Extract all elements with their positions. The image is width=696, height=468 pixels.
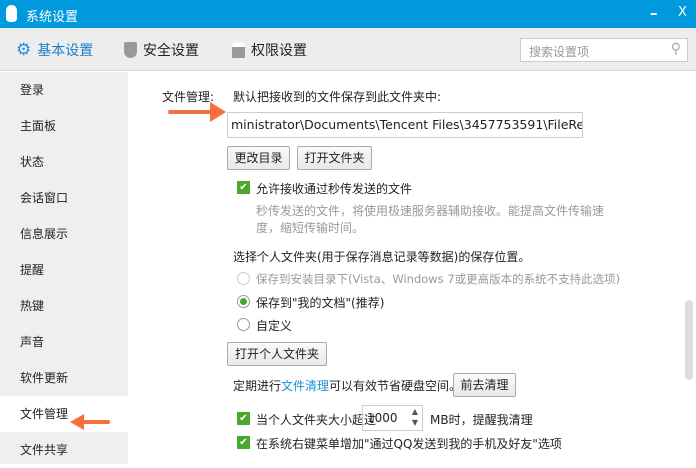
annotation-arrowhead-sidebar (70, 414, 84, 430)
allow-flash-transfer-checkbox[interactable]: ✔ (237, 181, 250, 194)
annotation-arrowhead-path (210, 102, 226, 122)
title-bar: 系统设置 – X (0, 0, 696, 28)
search-input[interactable]: 搜索设置项 ⚲ (520, 38, 688, 62)
stepper-arrows-icon[interactable]: ▲ ▼ (412, 406, 418, 428)
toolbar: ⚙ 基本设置 安全设置 权限设置 搜索设置项 ⚲ (0, 28, 696, 71)
radio-custom[interactable] (237, 318, 250, 331)
personal-folder-label: 选择个人文件夹(用于保存消息记录等数据)的保存位置。 (233, 250, 531, 264)
radio-install-dir (237, 272, 250, 285)
default-folder-label: 默认把接收到的文件保存到此文件夹中: (233, 90, 442, 104)
tab-security-settings[interactable]: 安全设置 (124, 40, 199, 60)
allow-flash-transfer-label: 允许接收通过秒传发送的文件 (256, 182, 413, 196)
annotation-arrow-path (168, 110, 214, 114)
download-path-input[interactable]: ministrator\Documents\Tencent Files\3457… (227, 112, 583, 138)
radio-my-documents-label: 保存到"我的文档"(推荐) (256, 296, 385, 310)
flash-transfer-description: 秒传发送的文件，将使用极速服务器辅助接收。能提高文件传输速度，缩短传输时间。 (256, 204, 605, 235)
radio-install-dir-label: 保存到安装目录下(Vista、Windows 7或更高版本的系统不支持此选项) (256, 272, 621, 286)
sidebar-item-status[interactable]: 状态 (0, 144, 128, 180)
qq-penguin-icon (6, 5, 17, 22)
sidebar-item-file-management[interactable]: 文件管理 (0, 396, 128, 432)
tab-basic-settings[interactable]: ⚙ 基本设置 (16, 40, 93, 60)
cleanup-text: 定期进行文件清理可以有效节省硬盘空间。 (233, 379, 462, 393)
window-title: 系统设置 (26, 10, 79, 25)
lock-icon (232, 42, 245, 58)
size-limit-checkbox[interactable]: ✔ (237, 412, 250, 425)
go-cleanup-button[interactable]: 前去清理 (453, 373, 516, 397)
shield-icon (124, 42, 137, 58)
context-menu-checkbox[interactable]: ✔ (237, 436, 250, 449)
sidebar-item-login[interactable]: 登录 (0, 72, 128, 108)
sidebar-item-hotkeys[interactable]: 热键 (0, 288, 128, 324)
sidebar-item-reminder[interactable]: 提醒 (0, 252, 128, 288)
sidebar-item-software-update[interactable]: 软件更新 (0, 360, 128, 396)
scrollbar-thumb[interactable] (685, 300, 693, 380)
sidebar-item-sound[interactable]: 声音 (0, 324, 128, 360)
sidebar-item-info-display[interactable]: 信息展示 (0, 216, 128, 252)
sidebar-item-main-panel[interactable]: 主面板 (0, 108, 128, 144)
tab-permission-settings[interactable]: 权限设置 (232, 40, 307, 60)
close-button[interactable]: X (678, 5, 687, 20)
open-folder-button[interactable]: 打开文件夹 (297, 146, 372, 170)
file-cleanup-link[interactable]: 文件清理 (281, 379, 329, 393)
sidebar: 登录 主面板 状态 会话窗口 信息展示 提醒 热键 声音 软件更新 文件管理 文… (0, 72, 128, 464)
minimize-button[interactable]: – (650, 4, 658, 22)
size-limit-stepper[interactable]: 1000 ▲ ▼ (362, 405, 423, 431)
sidebar-item-file-sharing[interactable]: 文件共享 (0, 432, 128, 468)
gear-icon: ⚙ (16, 40, 32, 60)
radio-custom-label: 自定义 (256, 319, 293, 333)
context-menu-label: 在系统右键菜单增加"通过QQ发送到我的手机及好友"选项 (256, 437, 562, 451)
change-directory-button[interactable]: 更改目录 (227, 146, 290, 170)
section-label: 文件管理: (162, 90, 215, 104)
search-icon[interactable]: ⚲ (671, 41, 681, 57)
size-limit-suffix: MB时，提醒我清理 (430, 413, 533, 427)
sidebar-item-chat-window[interactable]: 会话窗口 (0, 180, 128, 216)
size-limit-prefix: 当个人文件夹大小超过 (256, 413, 377, 427)
radio-my-documents[interactable] (237, 295, 250, 308)
open-personal-folder-button[interactable]: 打开个人文件夹 (227, 342, 327, 366)
